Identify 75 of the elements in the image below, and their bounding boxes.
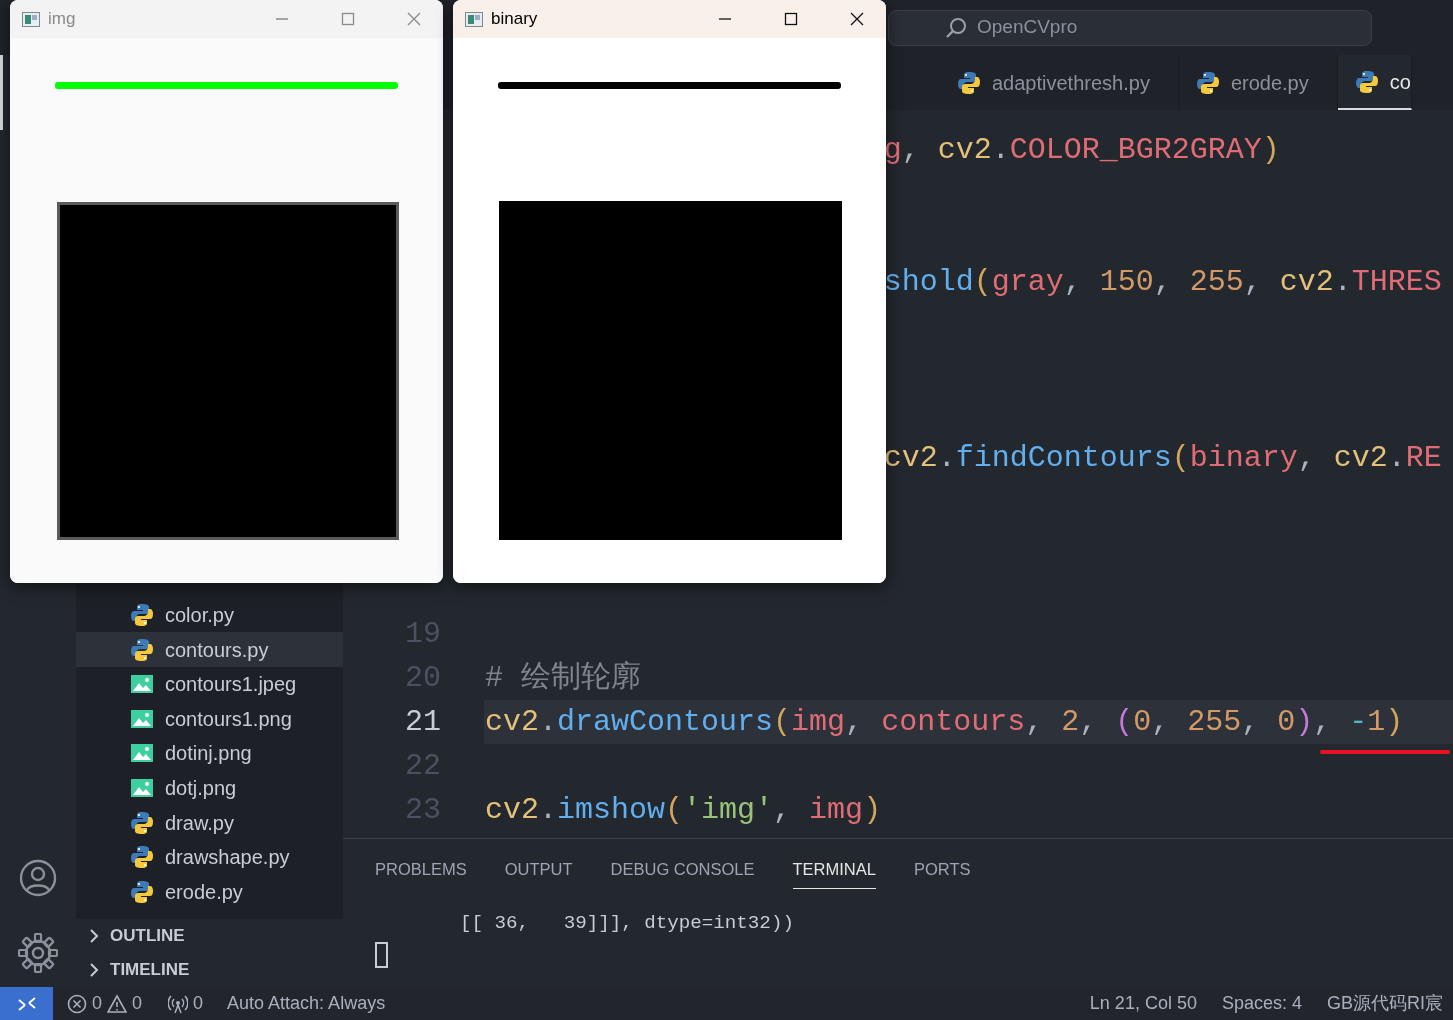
maximize-icon xyxy=(340,12,356,26)
window-title: binary xyxy=(491,8,538,31)
broadcast-icon xyxy=(168,993,189,1014)
editor-tab[interactable]: co xyxy=(1337,55,1412,110)
ports-count: 0 xyxy=(193,992,204,1015)
section-header[interactable]: TIMELINE xyxy=(76,953,343,987)
file-item[interactable]: color.py xyxy=(76,597,343,633)
panel-tab[interactable]: PROBLEMS xyxy=(375,851,467,889)
code-comment: # 绘制轮廓 xyxy=(485,659,641,697)
remote-button[interactable] xyxy=(0,987,53,1020)
indentation-status[interactable]: Spaces: 4 xyxy=(1221,990,1302,1017)
ports-button[interactable]: 0 xyxy=(168,990,204,1017)
file-item[interactable]: dotinj.png xyxy=(76,736,343,771)
file-item[interactable]: dotj.png xyxy=(76,770,343,806)
panel-tab[interactable]: OUTPUT xyxy=(504,851,573,889)
error-count: 0 xyxy=(92,992,102,1015)
python-file-icon xyxy=(131,637,153,662)
code-line: cv2.drawContours(img, contours, 2, (0, 255, 0), -1) xyxy=(485,703,1404,741)
python-file-icon xyxy=(131,879,153,904)
section-title: OUTLINE xyxy=(110,925,185,948)
panel-tab[interactable]: PORTS xyxy=(913,851,971,889)
maximize-icon xyxy=(783,12,799,26)
warning-icon xyxy=(107,993,127,1014)
file-item[interactable]: contours1.png xyxy=(76,701,343,737)
error-icon xyxy=(67,993,87,1014)
search-input[interactable]: OpenCVpro xyxy=(975,12,1275,43)
problems-button[interactable]: 0 0 xyxy=(67,990,143,1017)
line-number: 21 xyxy=(405,704,441,739)
image-file-icon xyxy=(131,707,153,730)
warning-count: 0 xyxy=(132,992,143,1015)
file-item[interactable]: erode.py xyxy=(76,874,343,909)
file-name: draw.py xyxy=(165,810,234,836)
file-name: erode.py xyxy=(165,879,243,905)
image-file-icon xyxy=(131,742,153,765)
search-field[interactable]: OpenCVpro xyxy=(888,9,1372,46)
python-file-icon xyxy=(131,602,153,627)
python-file-icon xyxy=(1196,70,1219,95)
code-line: g, cv2.COLOR_BGR2GRAY) xyxy=(883,131,1280,169)
file-item[interactable]: drawshape.py xyxy=(76,839,343,875)
app-icon xyxy=(465,11,483,27)
file-name: dotinj.png xyxy=(165,741,252,767)
close-icon xyxy=(406,12,422,26)
image-file-icon xyxy=(131,673,153,696)
python-file-icon xyxy=(131,810,153,835)
account-icon[interactable] xyxy=(19,859,57,897)
python-file-icon xyxy=(131,845,153,870)
panel-tab[interactable]: DEBUG CONSOLE xyxy=(610,851,755,889)
settings-icon[interactable] xyxy=(18,933,58,973)
terminal-cursor xyxy=(375,941,388,968)
auto-attach-status[interactable]: Auto Attach: Always xyxy=(227,990,386,1017)
file-item[interactable]: contours1.jpeg xyxy=(76,666,343,702)
file-name: contours.py xyxy=(165,637,269,663)
file-name: color.py xyxy=(165,602,234,628)
file-name: drawshape.py xyxy=(165,845,290,871)
code-line: cv2.imshow('img', img) xyxy=(485,791,882,829)
window-title: img xyxy=(48,8,76,31)
panel-tab[interactable]: TERMINAL xyxy=(792,851,876,889)
terminal-output: [[ 36, 39]]], dtype=int32)) xyxy=(460,911,795,936)
section-header[interactable]: OUTLINE xyxy=(76,919,343,953)
file-item[interactable]: contours.py xyxy=(76,632,343,667)
file-name: dotj.png xyxy=(165,775,237,801)
file-item[interactable]: draw.py xyxy=(76,805,343,840)
section-title: TIMELINE xyxy=(110,959,190,982)
search-icon xyxy=(945,16,967,39)
code-line: cv2.findContours(binary, cv2.RE xyxy=(883,439,1442,477)
code-line: shold(gray, 150, 255, cv2.THRES xyxy=(883,263,1442,301)
file-name: contours1.jpeg xyxy=(165,672,297,698)
image-file-icon xyxy=(131,776,153,799)
python-file-icon xyxy=(1355,69,1378,94)
encoding-status[interactable]: GB源代码RI宸 xyxy=(1327,990,1443,1017)
cursor-position[interactable]: Ln 21, Col 50 xyxy=(1089,990,1197,1017)
app-icon xyxy=(22,11,40,27)
file-name: contours1.png xyxy=(165,706,292,732)
close-icon xyxy=(849,12,865,26)
python-file-icon xyxy=(958,70,980,95)
